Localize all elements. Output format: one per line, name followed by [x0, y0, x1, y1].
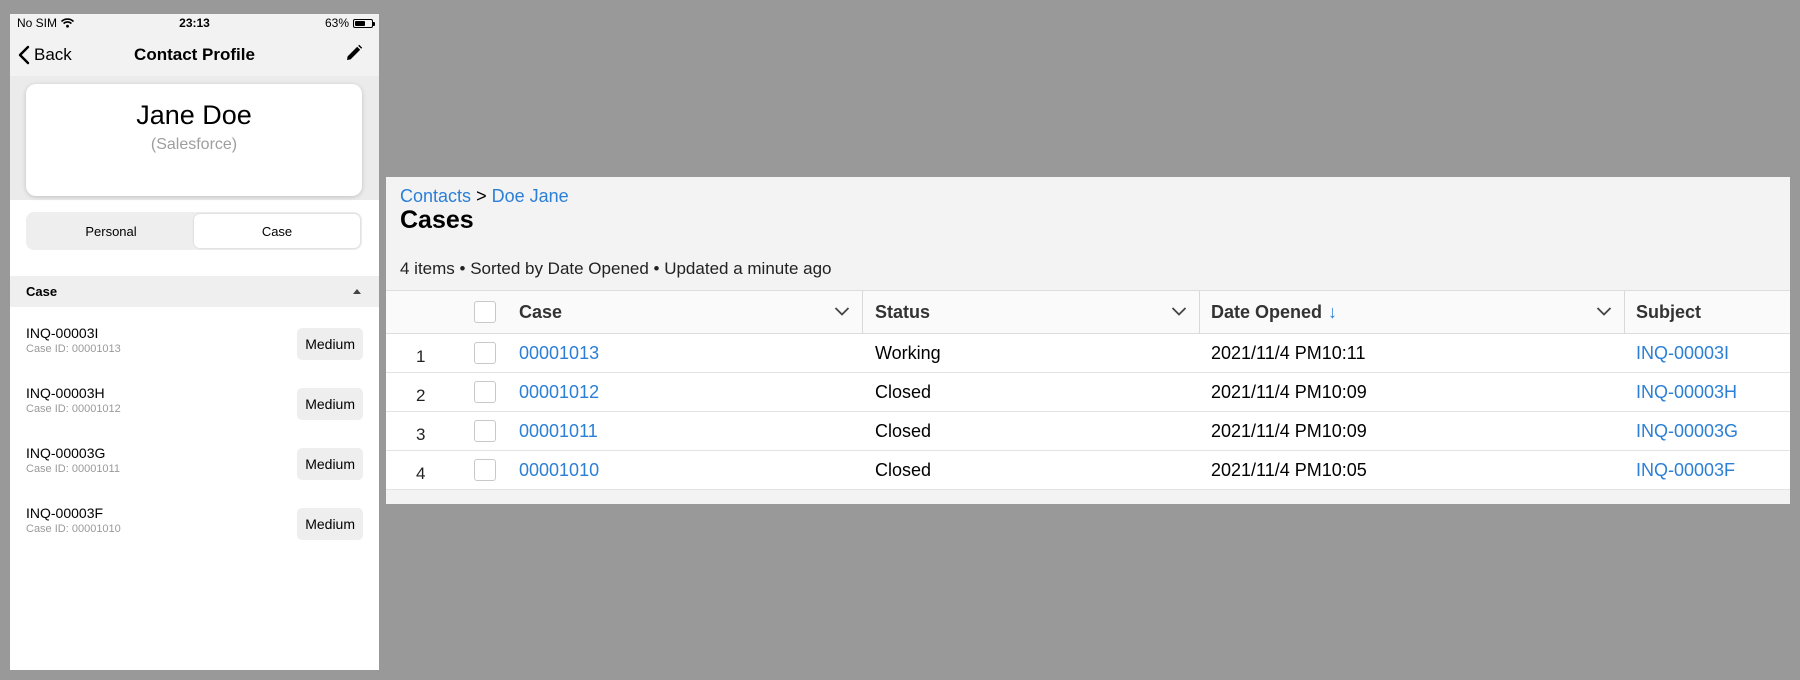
- row-checkbox[interactable]: [474, 342, 496, 364]
- subject-link[interactable]: INQ-00003F: [1636, 451, 1735, 489]
- column-header-status[interactable]: Status: [875, 291, 930, 333]
- segmented-control: Personal Case: [26, 212, 362, 250]
- battery-fill: [355, 20, 365, 26]
- priority-badge: Medium: [297, 448, 363, 480]
- date-opened: 2021/11/4 PM10:11: [1211, 342, 1366, 363]
- status-right: 63%: [324, 16, 375, 30]
- battery-icon: [353, 18, 375, 28]
- date-opened: 2021/11/4 PM10:05: [1211, 459, 1367, 480]
- column-header-case[interactable]: Case: [519, 291, 562, 333]
- page-title: Contact Profile: [134, 45, 255, 64]
- contact-source: (Salesforce): [150, 136, 238, 153]
- case-number-link[interactable]: 00001011: [519, 412, 598, 450]
- chevron-down-icon[interactable]: [1596, 305, 1612, 317]
- edit-button[interactable]: [345, 44, 363, 67]
- collapse-caret-icon[interactable]: [353, 289, 361, 294]
- column-header-subject[interactable]: Subject: [1636, 291, 1701, 333]
- case-id: Case ID: 00001012: [26, 403, 121, 415]
- tab-case[interactable]: Case: [194, 214, 360, 248]
- row-number: 3: [416, 425, 426, 444]
- breadcrumb-separator: >: [476, 186, 487, 206]
- date-opened: 2021/11/4 PM10:09: [1211, 381, 1367, 402]
- case-list: INQ-00003I Case ID: 00001013 Medium INQ-…: [10, 307, 379, 547]
- select-all-cell: [474, 291, 496, 333]
- case-title: INQ-00003F: [26, 505, 104, 521]
- table-row: 4 00001010 Closed 2021/11/4 PM10:05 INQ-…: [386, 451, 1790, 490]
- mobile-app-screen: No SIM 23:13 63% Back Contact Profile Ja…: [10, 14, 379, 670]
- status-time: 23:13: [179, 16, 210, 30]
- contact-name: Jane Doe: [136, 100, 252, 130]
- case-section-header[interactable]: Case: [10, 276, 379, 307]
- table-row: 2 00001012 Closed 2021/11/4 PM10:09 INQ-…: [386, 373, 1790, 412]
- row-checkbox-cell: [474, 451, 496, 489]
- sort-descending-icon[interactable]: ↓: [1328, 302, 1337, 323]
- row-checkbox-cell: [474, 334, 496, 372]
- subject-link[interactable]: INQ-00003H: [1636, 373, 1737, 411]
- select-all-checkbox[interactable]: [474, 301, 496, 323]
- case-number-link[interactable]: 00001013: [519, 334, 599, 372]
- row-number: 4: [416, 464, 426, 483]
- column-divider[interactable]: [862, 291, 863, 335]
- row-checkbox[interactable]: [474, 459, 496, 481]
- battery-percent: 63%: [324, 16, 349, 30]
- profile-card: Jane Doe (Salesforce): [26, 84, 362, 196]
- list-title: Cases: [400, 206, 474, 234]
- case-id: Case ID: 00001013: [26, 343, 121, 355]
- date-opened-label: Date Opened: [1211, 301, 1323, 322]
- case-title: INQ-00003G: [26, 445, 106, 461]
- list-meta-info: 4 items • Sorted by Date Opened • Update…: [400, 259, 832, 278]
- case-status: Working: [875, 342, 941, 363]
- pencil-icon: [347, 44, 363, 60]
- section-title: Case: [26, 284, 58, 299]
- column-divider[interactable]: [1624, 291, 1625, 335]
- subject-link[interactable]: INQ-00003I: [1636, 334, 1729, 372]
- cases-related-list: Contacts > Doe Jane Cases 4 items • Sort…: [386, 177, 1790, 504]
- list-item[interactable]: INQ-00003I Case ID: 00001013 Medium: [10, 307, 379, 367]
- case-status: Closed: [875, 420, 932, 441]
- case-id: Case ID: 00001010: [26, 523, 121, 535]
- case-number-link[interactable]: 00001010: [519, 451, 599, 489]
- case-status: Closed: [875, 381, 932, 402]
- row-number: 1: [416, 347, 426, 366]
- table-row: 3 00001011 Closed 2021/11/4 PM10:09 INQ-…: [386, 412, 1790, 451]
- cases-table: Case Status Date Opened ↓ Subject 1 0000…: [386, 290, 1790, 490]
- chevron-down-icon[interactable]: [834, 305, 850, 317]
- case-title: INQ-00003I: [26, 325, 99, 341]
- column-divider[interactable]: [1199, 291, 1200, 335]
- case-number-link[interactable]: 00001012: [519, 373, 599, 411]
- column-header-date-opened[interactable]: Date Opened ↓: [1211, 291, 1337, 333]
- status-bar: No SIM 23:13 63%: [10, 14, 379, 32]
- case-status: Closed: [875, 459, 932, 480]
- row-checkbox-cell: [474, 373, 496, 411]
- table-row: 1 00001013 Working 2021/11/4 PM10:11 INQ…: [386, 334, 1790, 373]
- chevron-down-icon[interactable]: [1171, 305, 1187, 317]
- list-item[interactable]: INQ-00003H Case ID: 00001012 Medium: [10, 367, 379, 427]
- date-opened: 2021/11/4 PM10:09: [1211, 420, 1367, 441]
- tab-personal[interactable]: Personal: [28, 214, 194, 248]
- priority-badge: Medium: [297, 508, 363, 540]
- list-item[interactable]: INQ-00003G Case ID: 00001011 Medium: [10, 427, 379, 487]
- breadcrumb: Contacts > Doe Jane: [400, 186, 569, 207]
- case-id: Case ID: 00001011: [26, 463, 120, 475]
- breadcrumb-contact-link[interactable]: Doe Jane: [492, 186, 569, 206]
- priority-badge: Medium: [297, 328, 363, 360]
- navigation-bar: Back Contact Profile: [10, 32, 379, 76]
- case-title: INQ-00003H: [26, 385, 105, 401]
- list-header: Contacts > Doe Jane Cases 4 items • Sort…: [386, 177, 1790, 290]
- row-number: 2: [416, 386, 426, 405]
- row-checkbox[interactable]: [474, 381, 496, 403]
- row-checkbox[interactable]: [474, 420, 496, 442]
- list-item[interactable]: INQ-00003F Case ID: 00001010 Medium: [10, 487, 379, 547]
- priority-badge: Medium: [297, 388, 363, 420]
- breadcrumb-contacts-link[interactable]: Contacts: [400, 186, 471, 206]
- row-checkbox-cell: [474, 412, 496, 450]
- table-header: Case Status Date Opened ↓ Subject: [386, 290, 1790, 335]
- subject-link[interactable]: INQ-00003G: [1636, 412, 1738, 450]
